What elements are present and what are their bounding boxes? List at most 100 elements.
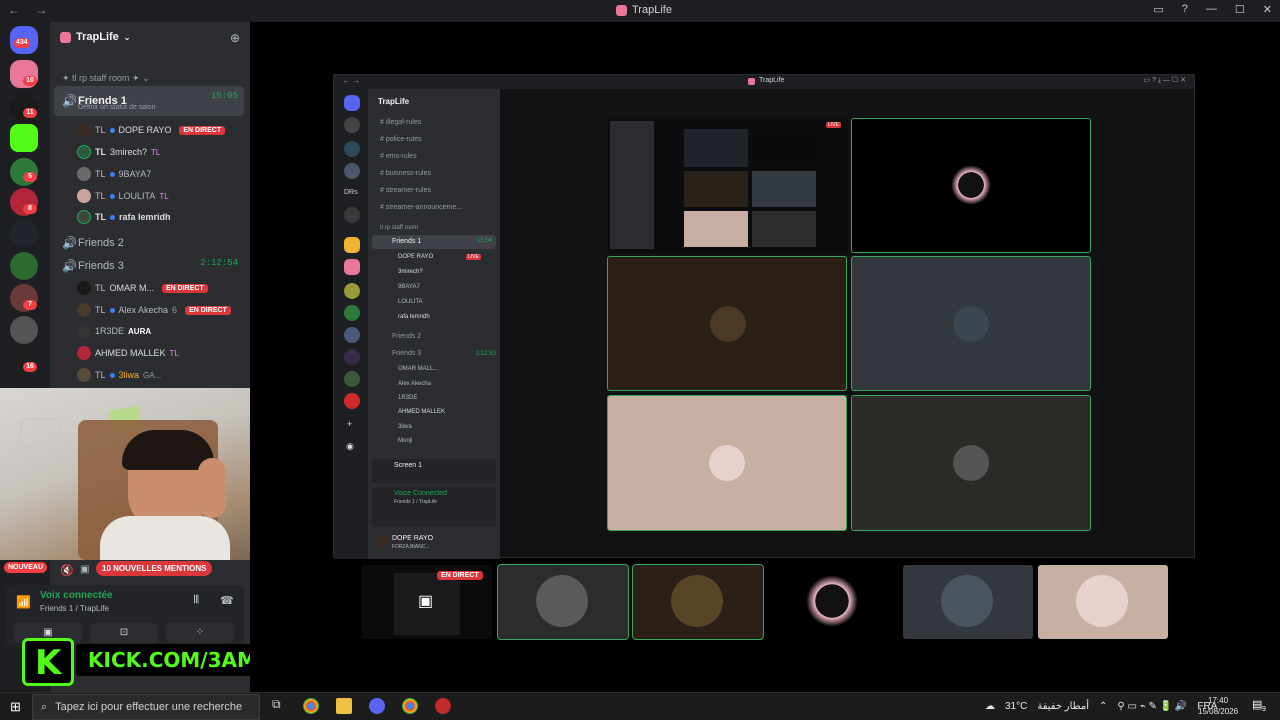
inner-voice-path: Friends 1 / TrapLife xyxy=(394,499,438,505)
taskbar-clock[interactable]: 17:40 15/08/2026 xyxy=(1198,695,1238,717)
avatar xyxy=(77,324,91,338)
strip-tile-screen[interactable]: ▣ EN DIRECT xyxy=(362,565,492,639)
person-hand xyxy=(198,458,226,518)
member-name: 1R3DE xyxy=(95,326,125,336)
video-tile-soldier xyxy=(607,256,847,391)
member-prefix: TL xyxy=(95,125,106,135)
maximize-button[interactable]: ☐ xyxy=(1235,3,1245,16)
taskbar-search[interactable]: ⌕ Tapez ici pour effectuer une recherche xyxy=(32,694,260,720)
member-row[interactable]: TL rafa lemridh xyxy=(77,208,171,226)
voice-channel-path[interactable]: Friends 1 / TrapLife xyxy=(40,604,109,613)
member-tag: TL xyxy=(159,191,169,201)
video-tile-girl xyxy=(607,395,847,531)
close-button[interactable]: ✕ xyxy=(1263,3,1272,16)
file-explorer-icon[interactable] xyxy=(336,698,352,714)
channel-status: Définir un statut de salon xyxy=(78,104,156,111)
chrome-profile-icon[interactable] xyxy=(402,698,418,714)
inner-channel-name: buisness-rules xyxy=(385,170,431,177)
weather-temp[interactable]: 31°C xyxy=(1005,701,1027,712)
server-kick-icon[interactable] xyxy=(10,124,38,152)
server-badge: 16 xyxy=(23,362,37,372)
new-mentions-button[interactable]: 10 NOUVELLES MENTIONS xyxy=(96,561,213,576)
speaker-icon: 🔊 xyxy=(62,94,77,108)
man-avatar xyxy=(953,306,989,342)
inner-member: rafa lemridh xyxy=(398,314,430,320)
member-row[interactable]: TL OMAR M... EN DIRECT xyxy=(77,279,208,297)
member-row[interactable]: TL DOPE RAYO EN DIRECT xyxy=(77,121,226,139)
mute-icon[interactable]: 🔇 xyxy=(60,564,74,577)
strip-live-badge: EN DIRECT xyxy=(437,571,483,580)
server-ghost-icon[interactable] xyxy=(10,316,38,344)
strip-avatar xyxy=(806,575,858,627)
inner-voice-panel: Voice Connected Friends 1 / TrapLife xyxy=(372,487,496,527)
girl-avatar xyxy=(709,445,745,481)
inner-channel-name: streamer-announceme... xyxy=(385,204,463,211)
inner-voice-status: Voice Connected xyxy=(394,490,447,497)
inner-member: Mooji xyxy=(398,438,413,444)
inbox-icon[interactable]: ▭ xyxy=(1153,3,1163,16)
inner-titlebar: ← → TrapLife ▭ ? ⤓ — ☐ ✕ xyxy=(334,75,1194,89)
member-row[interactable]: TL 3mirech? TL xyxy=(77,143,160,161)
inner-text-channel: # ems-rules xyxy=(380,153,417,160)
strip-tile-soldier[interactable] xyxy=(632,564,764,640)
nested-tile xyxy=(752,171,816,207)
screen-share-icon: ▣ xyxy=(418,593,434,610)
window-title-text: TrapLife xyxy=(632,4,672,16)
member-row[interactable]: TL 3liwa GA... xyxy=(77,366,161,384)
live-badge: EN DIRECT xyxy=(179,125,226,135)
member-row[interactable]: TL 9BAYA7 xyxy=(77,165,151,183)
member-row[interactable]: TL Alex Akecha 6 EN DIRECT xyxy=(77,301,231,319)
inner-voice-channel: Friends 1 15:04 xyxy=(372,235,496,249)
avatar xyxy=(77,346,91,360)
member-prefix: TL xyxy=(95,283,106,293)
inner-server-icon xyxy=(344,117,360,133)
inner-channel-name: police-rules xyxy=(385,136,422,143)
avatar xyxy=(77,368,91,382)
strip-tile-man[interactable] xyxy=(903,565,1033,639)
server-dark-icon[interactable] xyxy=(10,220,38,248)
inner-text-channel: # police-rules xyxy=(380,136,422,143)
inner-channel-name: ems-rules xyxy=(385,153,417,160)
category-label[interactable]: ✦ tl rp staff room ✦ ⌄ xyxy=(62,73,150,84)
member-row[interactable]: AHMED MALLEK TL xyxy=(77,344,179,362)
voice-channel-friends-3[interactable]: 🔊 Friends 3 2:12:54 xyxy=(54,253,244,279)
inner-text-channel: # buisness-rules xyxy=(380,170,431,177)
chrome-icon[interactable] xyxy=(303,698,319,714)
noise-suppression-icon[interactable]: 𝄃𝄃 xyxy=(194,594,199,607)
member-row[interactable]: 1R3DE AURA xyxy=(77,322,151,340)
server-name: TrapLife xyxy=(76,31,119,43)
add-member-icon[interactable]: ⊕ xyxy=(230,31,240,45)
inner-home-icon xyxy=(344,95,360,111)
app-logo-icon xyxy=(616,4,627,16)
inner-logo-icon xyxy=(748,78,755,85)
kick-overlay: K KICK.COM/3AMROUCH xyxy=(0,634,337,688)
screen-icon[interactable]: ▣ xyxy=(80,564,89,575)
chevron-up-icon[interactable]: ⌃ xyxy=(1099,701,1107,712)
member-prefix: TL xyxy=(95,191,106,201)
strip-tile-fangs[interactable] xyxy=(768,565,898,639)
server-header[interactable]: TrapLife ⌄ xyxy=(60,31,131,43)
member-row[interactable]: TL LOULITA TL xyxy=(77,187,169,205)
inner-channel-name: illegal-rules xyxy=(385,119,422,126)
notification-icon[interactable]: ▤ xyxy=(1252,698,1262,711)
back-forward-icon[interactable]: ← → xyxy=(8,3,53,17)
live-badge: EN DIRECT xyxy=(162,283,208,293)
task-view-icon[interactable]: ⧉ xyxy=(272,697,281,712)
nested-live-badge: LIVE xyxy=(826,122,841,128)
tray-icons[interactable]: ⚲ ▭ ⌁ ✎ 🔋 🔊 xyxy=(1117,701,1187,712)
help-icon[interactable]: ? xyxy=(1182,3,1188,16)
disconnect-icon[interactable]: ☎ xyxy=(220,594,234,607)
voice-channel-friends-1[interactable]: 🔊 Friends 1 15:05 Définir un statut de s… xyxy=(54,86,244,116)
discord-taskbar-icon[interactable] xyxy=(369,698,385,714)
strip-tile-bw[interactable] xyxy=(497,564,629,640)
inner-window-controls: ▭ ? ⤓ — ☐ ✕ xyxy=(1143,77,1186,84)
minimize-button[interactable]: — xyxy=(1206,3,1217,16)
badge-dot-icon xyxy=(109,127,115,133)
inner-server-icon xyxy=(344,283,360,299)
voice-status[interactable]: Voix connectée xyxy=(40,590,113,601)
obs-icon[interactable] xyxy=(435,698,451,714)
strip-tile-girl[interactable] xyxy=(1038,565,1168,639)
avatar xyxy=(77,189,91,203)
windows-start-icon[interactable]: ⊞ xyxy=(10,699,21,715)
server-brazil-icon[interactable] xyxy=(10,252,38,280)
